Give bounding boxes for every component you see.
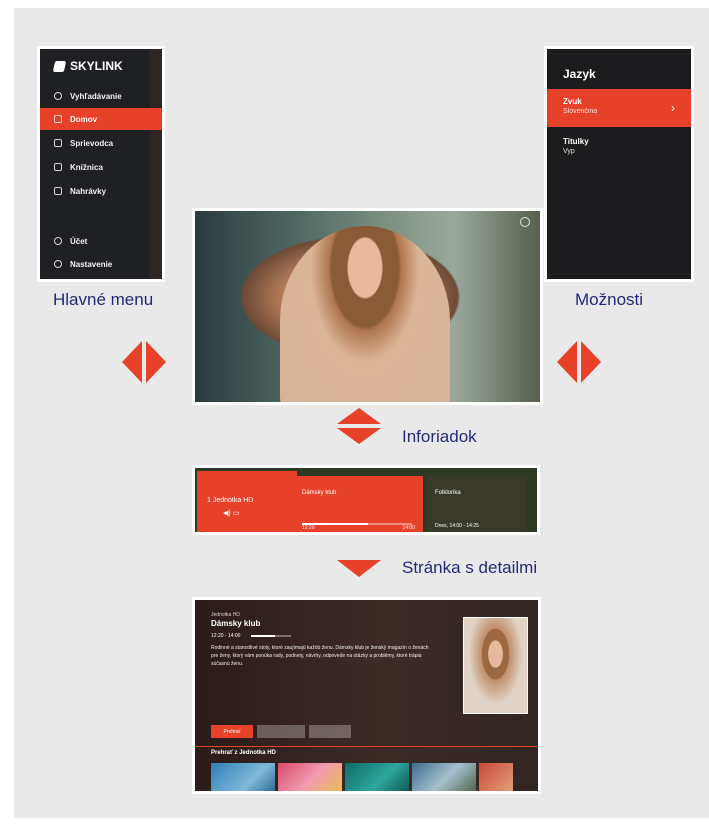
skylink-logo: SKYLINK (52, 59, 123, 73)
arrow-right-icon (146, 341, 166, 383)
caption-options: Možnosti (575, 290, 644, 309)
home-icon (54, 115, 62, 123)
audio-subtitle-icons: ◀) ▭ (223, 510, 240, 517)
arrow-left-icon (122, 341, 142, 383)
menu-item-settings[interactable]: Nastavenie (40, 253, 162, 275)
caption-main-menu: Hlavné menu (53, 290, 154, 309)
detail-progress-bar (251, 635, 291, 637)
current-program-card[interactable]: Dámsky klub 12:20 14:00 (295, 476, 423, 532)
option-audio[interactable]: Zvuk Slovenčina › (547, 89, 691, 127)
thumbnail[interactable] (278, 763, 342, 791)
options-screenshot: Jazyk Zvuk Slovenčina › Titulky Vyp (544, 46, 694, 282)
thumbnail[interactable] (412, 763, 476, 791)
gear-icon (54, 260, 62, 268)
menu-item-account[interactable]: Účet (40, 230, 162, 252)
program-title: Dámsky klub (211, 619, 261, 628)
presenter-image (280, 226, 450, 402)
detail-page-screenshot: Jednotka HD Dámsky klub 12:20 - 14:00 Ro… (192, 597, 541, 794)
menu-item-library[interactable]: Knižnica (40, 156, 162, 178)
arrow-left-icon (557, 341, 577, 383)
chevron-right-icon: › (671, 101, 675, 115)
menu-item-guide[interactable]: Sprievodca (40, 132, 162, 154)
guide-icon (54, 139, 62, 147)
main-menu-screenshot: SKYLINK Vyhľadávanie Domov Sprievodca Kn… (37, 46, 165, 282)
thumbnail[interactable] (479, 763, 513, 791)
library-icon (54, 163, 62, 171)
tertiary-button[interactable] (309, 725, 351, 738)
channel-card[interactable]: 1 Jednotka HD ◀) ▭ (197, 471, 297, 532)
arrow-right-icon (581, 341, 601, 383)
logo-icon (52, 60, 67, 72)
caption-detail-page: Stránka s detailmi (402, 558, 538, 577)
account-icon (54, 237, 62, 245)
next-program-card[interactable]: Folklorika Dnes, 14:00 - 14:25 (427, 476, 527, 532)
thumbnail[interactable] (211, 763, 275, 791)
thumbnail[interactable] (345, 763, 409, 791)
search-icon (54, 92, 62, 100)
info-bar-screenshot: 1 Jednotka HD ◀) ▭ Dámsky klub 12:20 14:… (192, 465, 540, 535)
caption-info-bar: Inforiadok (402, 427, 477, 446)
play-button[interactable]: Prehrať (211, 725, 253, 738)
menu-item-home[interactable]: Domov (40, 108, 162, 130)
recording-icon (54, 187, 62, 195)
menu-item-recordings[interactable]: Nahrávky (40, 180, 162, 202)
divider (195, 746, 538, 747)
arrow-down-icon (337, 560, 381, 577)
program-progress-bar (302, 523, 412, 525)
arrow-down-icon (337, 428, 381, 444)
option-subtitles[interactable]: Titulky Vyp (547, 129, 691, 167)
picture-in-picture (463, 617, 528, 714)
menu-item-search[interactable]: Vyhľadávanie (40, 85, 162, 107)
secondary-button[interactable] (257, 725, 305, 738)
options-title: Jazyk (563, 67, 596, 81)
thumbnail-row (211, 763, 513, 791)
status-icon (520, 217, 530, 227)
program-description: Rodinné a starostlivé stoly, ktoré zaují… (211, 645, 429, 667)
tv-screen-screenshot (192, 208, 543, 405)
arrow-up-icon (337, 408, 381, 424)
row-label: Prehrať z Jednotka HD (211, 750, 276, 756)
